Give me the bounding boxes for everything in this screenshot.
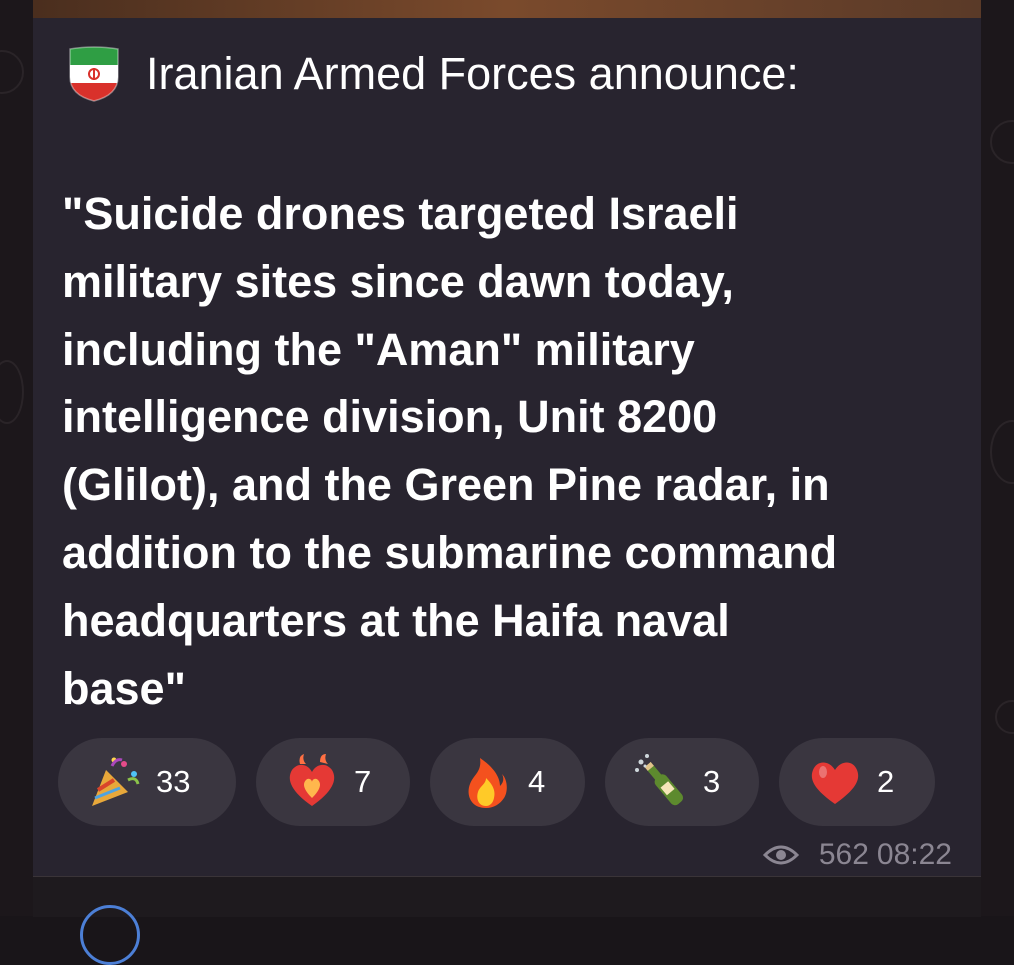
message-body-line: military sites since dawn today, (62, 255, 734, 307)
reactions-bar: 33 7 4 3 2 (58, 738, 955, 826)
reaction-count: 3 (703, 764, 721, 799)
background-doodle (995, 700, 1014, 734)
background-doodle (0, 360, 24, 424)
message-body: "Suicide drones targeted Israeli militar… (62, 180, 962, 722)
heart-on-fire-icon (280, 750, 344, 814)
avatar[interactable] (80, 905, 140, 965)
reaction-heart-on-fire[interactable]: 7 (256, 738, 410, 826)
background-doodle (990, 120, 1014, 164)
background-doodle (990, 420, 1014, 484)
reaction-count: 2 (877, 764, 895, 799)
reaction-red-heart[interactable]: 2 (779, 738, 935, 826)
reaction-count: 4 (528, 764, 546, 799)
iran-flag-icon (66, 45, 122, 103)
message-body-line: base" (62, 662, 186, 714)
reaction-party-popper[interactable]: 33 (58, 738, 236, 826)
previous-message-media[interactable] (33, 0, 981, 18)
red-heart-icon (803, 750, 867, 814)
message-body-line: headquarters at the Haifa naval (62, 594, 730, 646)
eye-icon (762, 845, 799, 865)
message-header-text: Iranian Armed Forces announce: (146, 48, 799, 99)
champagne-bottle-icon (629, 750, 693, 814)
message-body-line: intelligence division, Unit 8200 (62, 391, 718, 443)
message-time: 08:22 (876, 838, 952, 871)
message-body-line: "Suicide drones targeted Israeli (62, 188, 739, 239)
message-body-line: addition to the submarine command (62, 526, 838, 578)
party-popper-icon (82, 750, 146, 814)
reaction-champagne[interactable]: 3 (605, 738, 759, 826)
message-meta: 562 08:22 (762, 838, 952, 872)
message-body-line: (Glilot), and the Green Pine radar, in (62, 459, 830, 511)
reaction-count: 33 (156, 764, 191, 799)
background-doodle (0, 50, 24, 94)
message-body-line: including the "Aman" military (62, 323, 695, 375)
fire-icon (454, 750, 518, 814)
message-header: Iranian Armed Forces announce: (66, 44, 799, 104)
next-message[interactable] (33, 876, 981, 917)
reaction-fire[interactable]: 4 (430, 738, 585, 826)
reaction-count: 7 (354, 764, 372, 799)
view-count: 562 (818, 838, 869, 871)
